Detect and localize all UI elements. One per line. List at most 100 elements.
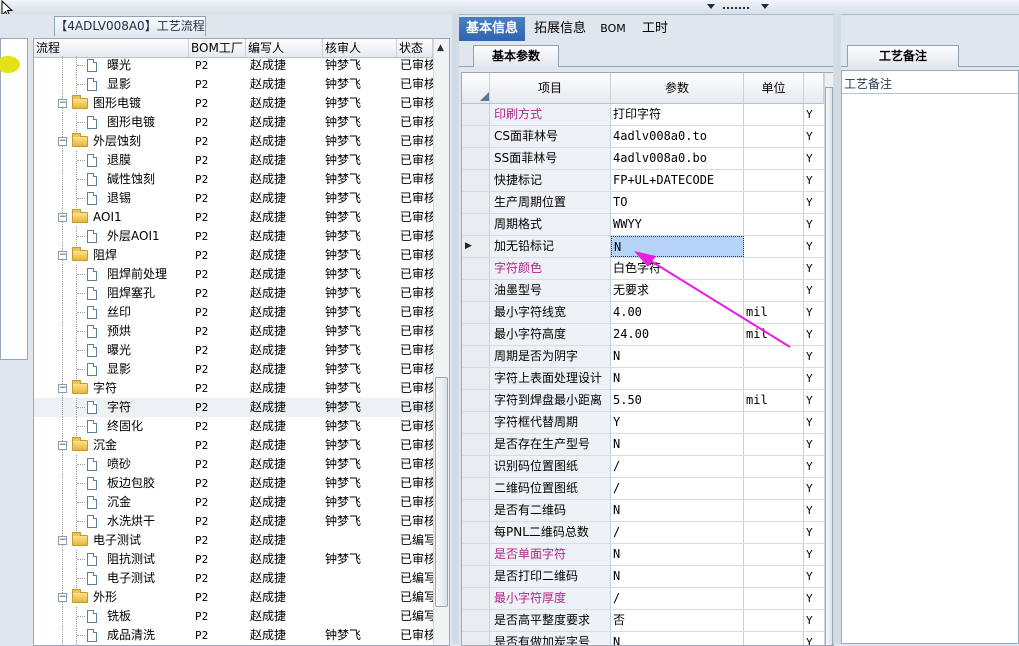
- tree-row[interactable]: − 图形电镀 P2 赵成捷 钟梦飞 已审核: [34, 94, 436, 113]
- tree-row[interactable]: 板边包胶 P2 赵成捷 钟梦飞 已审核: [34, 474, 436, 493]
- parameter-flag-cell[interactable]: Y: [804, 368, 824, 389]
- parameter-value-cell[interactable]: /: [611, 522, 744, 543]
- parameter-flag-cell[interactable]: Y: [804, 346, 824, 367]
- row-indicator[interactable]: [462, 214, 490, 235]
- parameter-value-cell[interactable]: 4adlv008a0.bo: [611, 148, 744, 169]
- row-indicator[interactable]: [462, 390, 490, 411]
- tree-row[interactable]: 阻抗测试 P2 赵成捷 钟梦飞 已审核: [34, 550, 436, 569]
- tab-basic-info[interactable]: 基本信息: [459, 17, 525, 41]
- tree-vertical-scrollbar[interactable]: ▲: [433, 39, 449, 645]
- scroll-up-arrow-icon[interactable]: ▲: [437, 43, 444, 53]
- parameter-flag-cell[interactable]: Y: [804, 588, 824, 609]
- tree-row[interactable]: 退锡 P2 赵成捷 钟梦飞 已审核: [34, 189, 436, 208]
- parameter-value-cell[interactable]: 否: [611, 610, 744, 631]
- parameter-value-cell[interactable]: FP+UL+DATECODE: [611, 170, 744, 191]
- column-header-bom[interactable]: BOM工厂: [189, 39, 246, 57]
- splitter-grip-icon[interactable]: [705, 2, 775, 12]
- parameter-flag-cell[interactable]: Y: [804, 280, 824, 301]
- parameter-row[interactable]: 是否打印二维码 N Y: [462, 566, 824, 588]
- parameter-row[interactable]: 是否单面字符 N Y: [462, 544, 824, 566]
- row-indicator[interactable]: [462, 412, 490, 433]
- tab-bom[interactable]: BOM: [595, 17, 631, 41]
- parameter-flag-cell[interactable]: Y: [804, 192, 824, 213]
- parameter-row[interactable]: 字符框代替周期 Y Y: [462, 412, 824, 434]
- tree-row[interactable]: 退膜 P2 赵成捷 钟梦飞 已审核: [34, 151, 436, 170]
- tree-row[interactable]: − 外形 P2 赵成捷 已编写: [34, 588, 436, 607]
- parameter-flag-cell[interactable]: Y: [804, 390, 824, 411]
- parameter-flag-cell[interactable]: Y: [804, 214, 824, 235]
- parameter-row[interactable]: SS面菲林号 4adlv008a0.bo Y: [462, 148, 824, 170]
- tree-row[interactable]: 碱性蚀刻 P2 赵成捷 钟梦飞 已审核: [34, 170, 436, 189]
- tree-row[interactable]: − AOI1 P2 赵成捷 钟梦飞 已审核: [34, 208, 436, 227]
- parameter-row[interactable]: 字符上表面处理设计 N Y: [462, 368, 824, 390]
- parameter-flag-cell[interactable]: Y: [804, 566, 824, 587]
- parameter-flag-cell[interactable]: Y: [804, 236, 824, 257]
- column-header-writer[interactable]: 编写人: [246, 39, 323, 57]
- tab-basic-params[interactable]: 基本参数: [473, 45, 559, 67]
- parameter-value-cell[interactable]: N: [611, 368, 744, 389]
- parameter-value-cell[interactable]: N: [611, 566, 744, 587]
- parameter-row[interactable]: CS面菲林号 4adlv008a0.to Y: [462, 126, 824, 148]
- parameter-flag-cell[interactable]: Y: [804, 170, 824, 191]
- collapse-toggle-icon[interactable]: −: [58, 137, 67, 146]
- collapse-toggle-icon[interactable]: −: [58, 593, 67, 602]
- column-header-process[interactable]: 流程: [34, 39, 189, 57]
- parameter-row[interactable]: 生产周期位置 TO Y: [462, 192, 824, 214]
- row-indicator[interactable]: [462, 280, 490, 301]
- tree-row[interactable]: 沉金 P2 赵成捷 钟梦飞 已审核: [34, 493, 436, 512]
- parameter-flag-cell[interactable]: Y: [804, 434, 824, 455]
- row-indicator[interactable]: [462, 610, 490, 631]
- tree-row[interactable]: 预烘 P2 赵成捷 钟梦飞 已审核: [34, 322, 436, 341]
- parameter-flag-cell[interactable]: Y: [804, 324, 824, 345]
- parameter-row[interactable]: 是否高平整度要求否 Y: [462, 610, 824, 632]
- parameter-row[interactable]: 是否存在生产型号 N Y: [462, 434, 824, 456]
- row-indicator[interactable]: [462, 544, 490, 565]
- tree-row[interactable]: 曝光 P2 赵成捷 钟梦飞 已审核: [34, 341, 436, 360]
- row-indicator[interactable]: [462, 456, 490, 477]
- parameter-flag-cell[interactable]: Y: [804, 456, 824, 477]
- collapse-toggle-icon[interactable]: −: [58, 536, 67, 545]
- parameter-value-cell[interactable]: /: [611, 588, 744, 609]
- tree-row[interactable]: − 电子测试 P2 赵成捷 已编写: [34, 531, 436, 550]
- row-indicator[interactable]: [462, 588, 490, 609]
- tree-row[interactable]: 丝印 P2 赵成捷 钟梦飞 已审核: [34, 303, 436, 322]
- parameter-flag-cell[interactable]: Y: [804, 522, 824, 543]
- parameter-flag-cell[interactable]: Y: [804, 412, 824, 433]
- parameter-flag-cell[interactable]: Y: [804, 478, 824, 499]
- row-indicator[interactable]: [462, 192, 490, 213]
- row-indicator[interactable]: [462, 478, 490, 499]
- parameter-value-cell[interactable]: N: [611, 544, 744, 565]
- tree-row[interactable]: − 沉金 P2 赵成捷 钟梦飞 已审核: [34, 436, 436, 455]
- tree-row[interactable]: 显影 P2 赵成捷 钟梦飞 已审核: [34, 75, 436, 94]
- row-indicator[interactable]: [462, 434, 490, 455]
- parameter-value-cell[interactable]: /: [611, 456, 744, 477]
- parameter-row[interactable]: 二维码位置图纸 / Y: [462, 478, 824, 500]
- row-indicator[interactable]: [462, 104, 490, 125]
- parameter-value-cell[interactable]: N: [611, 434, 744, 455]
- tree-row[interactable]: 铣板 P2 赵成捷 已编写: [34, 607, 436, 626]
- row-indicator[interactable]: [462, 126, 490, 147]
- parameter-row[interactable]: 印刷方式 打印字符 Y: [462, 104, 824, 126]
- process-notes-panel[interactable]: 工艺备注: [841, 70, 1019, 644]
- tree-row[interactable]: 成品清洗 P2 赵成捷 钟梦飞 已审核: [34, 626, 436, 645]
- tree-row[interactable]: 阻焊前处理 P2 赵成捷 钟梦飞 已审核: [34, 265, 436, 284]
- row-indicator[interactable]: [462, 148, 490, 169]
- parameter-flag-cell[interactable]: Y: [804, 500, 824, 521]
- parameter-row[interactable]: 是否有二维码 N Y: [462, 500, 824, 522]
- collapse-toggle-icon[interactable]: −: [58, 213, 67, 222]
- parameter-flag-cell[interactable]: Y: [804, 126, 824, 147]
- row-indicator[interactable]: [462, 566, 490, 587]
- parameter-row[interactable]: 最小字符厚度 / Y: [462, 588, 824, 610]
- tab-man-hours[interactable]: 工时: [635, 17, 675, 41]
- tree-scroll-thumb[interactable]: [435, 377, 448, 607]
- parameter-flag-cell[interactable]: Y: [804, 148, 824, 169]
- parameter-flag-cell[interactable]: Y: [804, 544, 824, 565]
- parameter-scroll-thumb[interactable]: [825, 87, 833, 645]
- tree-row[interactable]: − 字符 P2 赵成捷 钟梦飞 已审核: [34, 379, 436, 398]
- parameter-row[interactable]: 识别码位置图纸 / Y: [462, 456, 824, 478]
- tree-row[interactable]: 图形电镀 P2 赵成捷 钟梦飞 已审核: [34, 113, 436, 132]
- tree-row[interactable]: 字符 P2 赵成捷 钟梦飞 已审核: [34, 398, 436, 417]
- parameter-flag-cell[interactable]: Y: [804, 104, 824, 125]
- row-indicator[interactable]: [462, 324, 490, 345]
- row-indicator[interactable]: [462, 368, 490, 389]
